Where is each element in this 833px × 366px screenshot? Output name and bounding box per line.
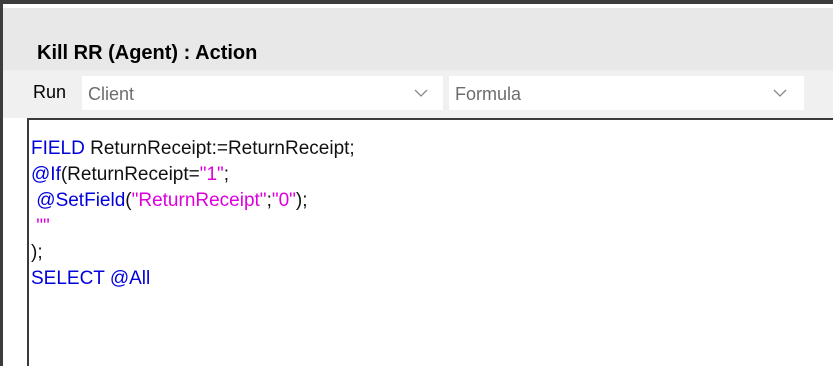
code-string: "0" [271,190,296,211]
code-keyword: FIELD [31,138,85,159]
code-keyword: @SetField [36,190,126,211]
chevron-down-icon [773,89,787,97]
code-text: ; [223,164,230,185]
code-line: SELECT @All [31,268,150,289]
code-line: ); [31,242,43,263]
code-string: "" [36,216,50,237]
code-line: @If(ReturnReceipt="1"; [31,164,229,185]
run-target-select[interactable]: Client [81,75,444,111]
action-pane: Kill RR (Agent) : Action Run Client Form… [0,0,833,366]
run-label: Run [33,82,67,102]
code-keyword: @If [31,164,61,185]
code-text: ); [31,242,43,263]
run-type-value: Formula [455,84,522,104]
code-text: ReturnReceipt:=ReturnReceipt; [84,138,355,159]
code-keyword: SELECT @All [31,268,151,289]
run-toolbar: Run Client Formula [3,70,833,118]
code-line: @SetField("ReturnReceipt";"0"); [31,190,308,211]
code-text: ); [295,190,308,211]
run-type-select[interactable]: Formula [448,75,805,111]
code-line: FIELD ReturnReceipt:=ReturnReceipt; [31,138,355,159]
code-text: (ReturnReceipt= [60,164,200,185]
code-line: "" [31,216,50,237]
formula-editor[interactable]: FIELD ReturnReceipt:=ReturnReceipt; @If(… [27,118,833,366]
run-target-value: Client [88,84,135,104]
action-title: Kill RR (Agent) : Action [37,42,258,64]
code-string: "1" [199,164,224,185]
formula-code: FIELD ReturnReceipt:=ReturnReceipt; @If(… [31,136,355,292]
code-string: "ReturnReceipt" [131,190,267,211]
chevron-down-icon [414,89,428,97]
title-bar: Kill RR (Agent) : Action [3,8,833,70]
